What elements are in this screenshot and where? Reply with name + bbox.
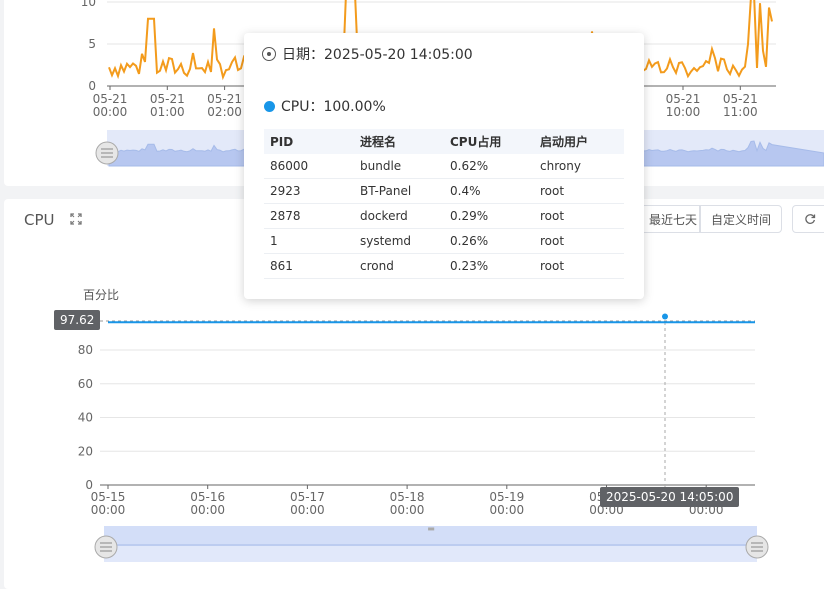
y-tick-label: 40: [78, 411, 93, 425]
process-name-cell: crond: [354, 253, 444, 279]
process-name-cell: systemd: [354, 228, 444, 254]
process-table: PID 进程名 CPU占用 启动用户 86000 bundle 0.62% ch…: [264, 129, 624, 279]
cpu-usage-cell: 0.23%: [444, 253, 534, 279]
x-tick-label: 05-18: [390, 490, 425, 504]
pid-cell: 1: [264, 228, 354, 254]
user-cell: root: [534, 178, 624, 204]
x-tick-label: 00:00: [290, 503, 325, 517]
x-tick-label: 00:00: [490, 503, 525, 517]
pid-cell: 2923: [264, 178, 354, 204]
hover-point: [662, 313, 668, 320]
y-tick-label: 60: [78, 377, 93, 391]
pid-cell: 2878: [264, 203, 354, 229]
user-cell: chrony: [534, 154, 624, 179]
y-axis-pointer-value: 97.62: [54, 310, 101, 330]
x-tick-label: 05-15: [91, 490, 126, 504]
user-cell: root: [534, 228, 624, 254]
x-axis-pointer-value: 2025-05-20 14:05:00: [600, 487, 740, 507]
pid-cell: 86000: [264, 154, 354, 179]
cpu-usage-cell: 0.62%: [444, 154, 534, 179]
tooltip-series: CPU：100.00%: [264, 96, 386, 116]
series-color-dot: [264, 101, 275, 112]
table-row: 86000 bundle 0.62% chrony: [264, 154, 624, 179]
process-name-cell: dockerd: [354, 203, 444, 229]
user-cell: root: [534, 203, 624, 229]
clock-icon: [262, 47, 276, 61]
y-tick-label: 80: [78, 343, 93, 357]
cpu-usage-cell: 0.26%: [444, 228, 534, 254]
column-header: 进程名: [354, 129, 444, 154]
tooltip-date: 日期：2025-05-20 14:05:00: [262, 44, 473, 64]
cpu-zoom-handle-left[interactable]: [94, 535, 118, 559]
process-table-header: PID 进程名 CPU占用 启动用户: [264, 129, 624, 154]
cpu-zoom-grip[interactable]: ▬: [427, 524, 435, 533]
table-row: 2878 dockerd 0.29% root: [264, 203, 624, 229]
x-tick-label: 00:00: [91, 503, 126, 517]
tooltip-series-text: CPU：100.00%: [281, 99, 386, 115]
y-tick-label: 20: [78, 444, 93, 458]
x-tick-label: 00:00: [190, 503, 225, 517]
x-tick-label: 05-16: [190, 490, 225, 504]
table-row: 861 crond 0.23% root: [264, 253, 624, 279]
chart-tooltip: 日期：2025-05-20 14:05:00 CPU：100.00% PID 进…: [244, 33, 644, 299]
x-tick-label: 05-19: [489, 490, 524, 504]
tooltip-date-text: 日期：2025-05-20 14:05:00: [282, 47, 473, 63]
x-tick-label: 00:00: [390, 503, 425, 517]
table-row: 1 systemd 0.26% root: [264, 228, 624, 254]
cpu-zoom-handle-right[interactable]: [745, 535, 769, 559]
cpu-usage-cell: 0.29%: [444, 203, 534, 229]
y-axis-label: 百分比: [83, 288, 119, 302]
column-header: PID: [264, 129, 354, 154]
user-cell: root: [534, 253, 624, 279]
x-tick-label: 05-17: [290, 490, 325, 504]
pid-cell: 861: [264, 253, 354, 279]
column-header: CPU占用: [444, 129, 534, 154]
process-name-cell: bundle: [354, 154, 444, 179]
process-name-cell: BT-Panel: [354, 178, 444, 204]
column-header: 启动用户: [534, 129, 624, 154]
table-row: 2923 BT-Panel 0.4% root: [264, 178, 624, 204]
cpu-usage-cell: 0.4%: [444, 178, 534, 204]
